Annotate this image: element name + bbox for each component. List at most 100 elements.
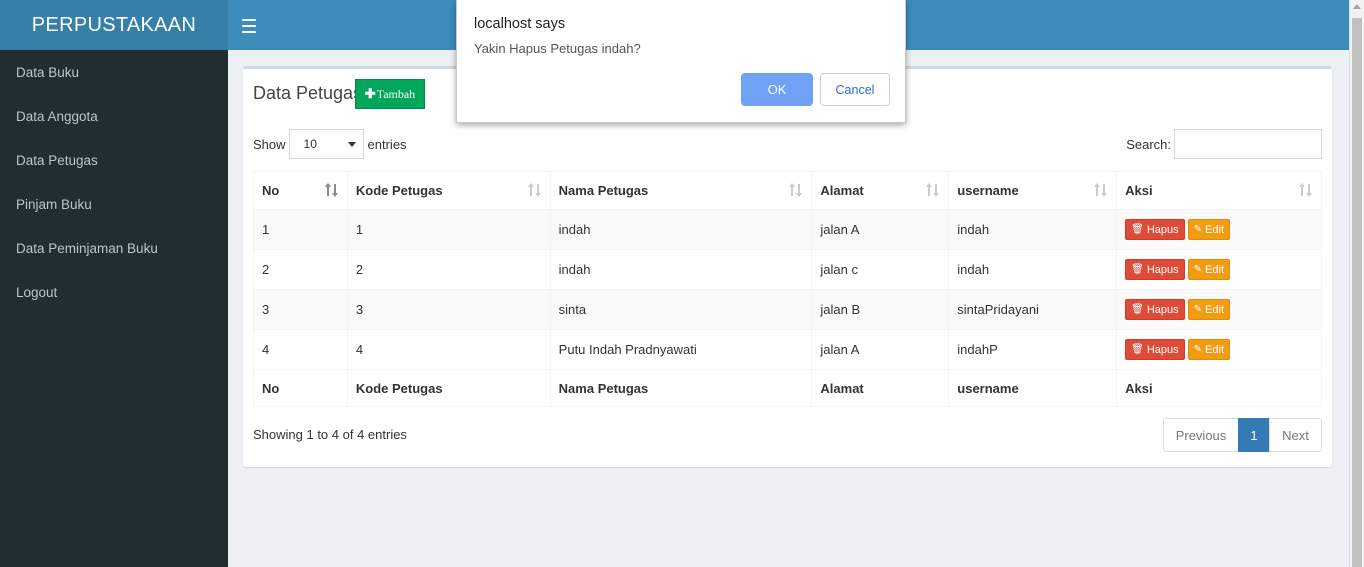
footer-nama-petugas: Nama Petugas — [549, 369, 813, 407]
add-button-label: Tambah — [376, 86, 416, 101]
cell-kode: 2 — [346, 249, 551, 290]
delete-button[interactable]: 🗑 Hapus — [1125, 339, 1185, 360]
table-footer-row: No Kode Petugas Nama Petugas Alamat user… — [253, 369, 1322, 407]
cell-no: 1 — [253, 209, 348, 250]
scroll-up-arrow-icon[interactable] — [1353, 4, 1361, 9]
trash-icon: 🗑 — [1131, 304, 1144, 315]
sort-asc-icon — [324, 183, 339, 197]
sidebar-item-data-buku[interactable]: Data Buku — [0, 50, 228, 94]
column-header-username[interactable]: username — [948, 171, 1118, 210]
pencil-icon: ✎ — [1193, 224, 1203, 235]
app-logo[interactable]: PERPUSTAKAAN — [0, 0, 228, 50]
cell-aksi: 🗑 Hapus ✎ Edit — [1116, 209, 1322, 250]
cell-username: indah — [948, 209, 1118, 250]
search-input[interactable] — [1174, 129, 1322, 159]
cell-no: 4 — [253, 329, 348, 370]
pagination-next[interactable]: Next — [1269, 418, 1322, 452]
sidebar-item-data-peminjaman-buku[interactable]: Data Peminjaman Buku — [0, 226, 228, 270]
delete-button[interactable]: 🗑 Hapus — [1125, 299, 1185, 320]
table-row: 1 1 indah jalan A indah 🗑 Hapus ✎ Edit — [253, 209, 1322, 250]
trash-icon: 🗑 — [1131, 344, 1144, 355]
entries-select[interactable]: 10 — [288, 129, 364, 159]
column-header-alamat[interactable]: Alamat — [811, 171, 950, 210]
search-label: Search: — [1126, 136, 1171, 152]
sort-icon — [1299, 183, 1313, 197]
edit-button[interactable]: ✎ Edit — [1187, 339, 1231, 360]
cell-nama: indah — [549, 209, 813, 250]
pagination-previous[interactable]: Previous — [1163, 418, 1239, 452]
sort-icon — [1094, 183, 1108, 197]
sidebar: PERPUSTAKAAN Data Buku Data Anggota Data… — [0, 0, 228, 567]
cell-alamat: jalan B — [811, 289, 950, 330]
delete-button[interactable]: 🗑 Hapus — [1125, 219, 1185, 240]
edit-button[interactable]: ✎ Edit — [1187, 259, 1231, 280]
cell-username: sintaPridayani — [948, 289, 1118, 330]
petugas-table: No Kode Petugas Nama Petugas Alamat user… — [253, 171, 1322, 407]
table-header-row: No Kode Petugas Nama Petugas Alamat user… — [253, 171, 1322, 210]
cell-alamat: jalan c — [811, 249, 950, 290]
cell-username: indahP — [948, 329, 1118, 370]
sidebar-item-data-anggota[interactable]: Data Anggota — [0, 94, 228, 138]
table-info: Showing 1 to 4 of 4 entries — [253, 427, 407, 442]
column-header-nama-petugas[interactable]: Nama Petugas — [549, 171, 813, 210]
data-petugas-box: Data Petugas ✚ Tambah Show 10 entries Se… — [243, 66, 1332, 467]
search-control: Search: — [1126, 129, 1322, 159]
sidebar-item-data-petugas[interactable]: Data Petugas — [0, 138, 228, 182]
table-row: 2 2 indah jalan c indah 🗑 Hapus ✎ Edit — [253, 249, 1322, 290]
dialog-ok-button[interactable]: OK — [741, 73, 813, 106]
pencil-icon: ✎ — [1193, 264, 1203, 275]
column-header-no[interactable]: No — [253, 171, 348, 210]
cell-aksi: 🗑 Hapus ✎ Edit — [1116, 329, 1322, 370]
vertical-scrollbar[interactable] — [1349, 0, 1364, 567]
cell-aksi: 🗑 Hapus ✎ Edit — [1116, 289, 1322, 330]
cell-kode: 4 — [346, 329, 551, 370]
confirm-dialog: localhost says Yakin Hapus Petugas indah… — [456, 0, 906, 123]
dialog-cancel-button[interactable]: Cancel — [820, 73, 890, 106]
footer-kode-petugas: Kode Petugas — [346, 369, 551, 407]
entries-label: entries — [367, 136, 407, 152]
dialog-title: localhost says — [474, 16, 566, 32]
footer-no: No — [253, 369, 348, 407]
cell-kode: 1 — [346, 209, 551, 250]
cell-no: 2 — [253, 249, 348, 290]
cell-nama: indah — [549, 249, 813, 290]
delete-button[interactable]: 🗑 Hapus — [1125, 259, 1185, 280]
sidebar-item-logout[interactable]: Logout — [0, 270, 228, 314]
pagination: Previous 1 Next — [1163, 418, 1322, 452]
edit-button[interactable]: ✎ Edit — [1187, 219, 1231, 240]
show-label: Show — [253, 136, 286, 152]
plus-icon: ✚ — [364, 86, 376, 101]
sort-icon — [926, 183, 940, 197]
hamburger-icon[interactable] — [242, 15, 256, 35]
column-header-aksi[interactable]: Aksi — [1116, 171, 1322, 210]
chevron-down-icon — [347, 142, 356, 147]
table-row: 4 4 Putu Indah Pradnyawati jalan A indah… — [253, 329, 1322, 370]
cell-nama: sinta — [549, 289, 813, 330]
cell-no: 3 — [253, 289, 348, 330]
trash-icon: 🗑 — [1131, 224, 1144, 235]
cell-username: indah — [948, 249, 1118, 290]
entries-select-value: 10 — [303, 137, 317, 151]
cell-alamat: jalan A — [811, 329, 950, 370]
cell-kode: 3 — [346, 289, 551, 330]
pagination-page-1[interactable]: 1 — [1238, 418, 1270, 452]
edit-button[interactable]: ✎ Edit — [1187, 299, 1231, 320]
scrollbar-thumb[interactable] — [1352, 18, 1362, 567]
pencil-icon: ✎ — [1193, 344, 1203, 355]
cell-alamat: jalan A — [811, 209, 950, 250]
page-title: Data Petugas — [253, 83, 363, 103]
footer-aksi: Aksi — [1116, 369, 1322, 407]
sidebar-item-pinjam-buku[interactable]: Pinjam Buku — [0, 182, 228, 226]
dialog-message: Yakin Hapus Petugas indah? — [474, 41, 641, 56]
sort-icon — [789, 183, 803, 197]
add-petugas-button[interactable]: ✚ Tambah — [355, 79, 425, 109]
cell-aksi: 🗑 Hapus ✎ Edit — [1116, 249, 1322, 290]
sort-icon — [527, 183, 542, 197]
pencil-icon: ✎ — [1193, 304, 1203, 315]
table-row: 3 3 sinta jalan B sintaPridayani 🗑 Hapus ✎… — [253, 289, 1322, 330]
entries-length-control: Show 10 entries — [253, 129, 407, 159]
column-header-kode-petugas[interactable]: Kode Petugas — [346, 171, 551, 210]
footer-alamat: Alamat — [811, 369, 950, 407]
trash-icon: 🗑 — [1131, 264, 1144, 275]
footer-username: username — [948, 369, 1118, 407]
